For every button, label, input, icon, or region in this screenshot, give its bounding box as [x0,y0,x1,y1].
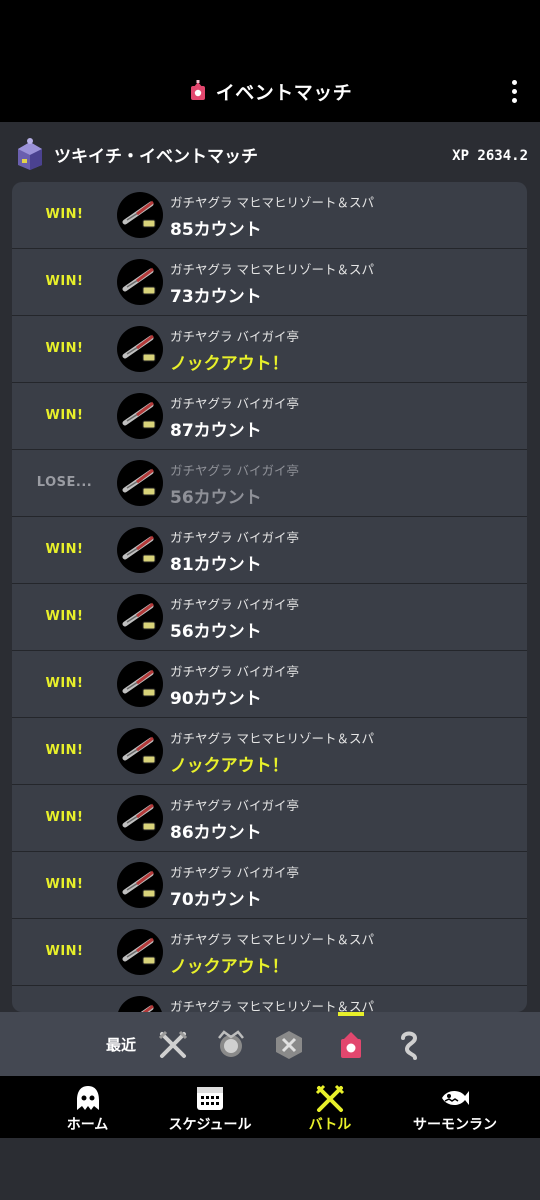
battle-stage: ガチヤグラ マヒマヒリゾート＆スパ [170,195,374,210]
weapon-icon [117,862,163,908]
tab-home[interactable]: ホーム [40,1076,135,1138]
filter-recent-label[interactable]: 最近 [106,1034,136,1055]
x-battle-icon[interactable] [272,1028,306,1062]
weapon-icon [117,326,163,372]
battle-row[interactable]: LOSE... ガチヤグラ バイガイ亭 56カウント [12,450,527,517]
battle-stage: ガチヤグラ マヒマヒリゾート＆スパ [170,932,374,947]
battle-score: 56カウント [170,622,262,642]
private-match-icon[interactable] [392,1028,426,1062]
status-bar [0,0,540,60]
battle-result [12,986,117,1012]
tab-salmon-run[interactable]: サーモンラン [400,1076,510,1138]
battle-score: ノックアウト！ [170,957,289,977]
battle-result: WIN! [45,341,84,356]
battle-row[interactable]: WIN! ガチヤグラ マヒマヒリゾート＆スパ 73カウント [12,249,527,316]
weapon-icon [117,259,163,305]
selected-indicator [338,1012,364,1016]
battle-score: 85カウント [170,220,262,240]
battle-stage: ガチヤグラ バイガイ亭 [170,798,299,813]
empty-area [0,1138,540,1200]
overflow-menu-button[interactable] [504,77,524,107]
weapon-icon [117,460,163,506]
weapon-icon [117,393,163,439]
battle-row[interactable]: WIN! ガチヤグラ バイガイ亭 90カウント [12,651,527,718]
section-header: ツキイチ・イベントマッチ XP 2634.2 [0,122,540,186]
weapon-icon [117,594,163,640]
dot-icon [511,89,517,94]
battle-row[interactable]: WIN! ガチヤグラ バイガイ亭 87カウント [12,383,527,450]
tab-label: バトル [308,1117,352,1133]
battle-stage: ガチヤグラ バイガイ亭 [170,664,299,679]
battle-stage: ガチヤグラ マヒマヒリゾート＆スパ [170,999,374,1012]
battle-stage: ガチヤグラ マヒマヒリゾート＆スパ [170,731,374,746]
battle-stage: ガチヤグラ バイガイ亭 [170,463,299,478]
weapon-icon [117,728,163,774]
battle-result: WIN! [45,408,84,423]
battle-score: 90カウント [170,689,262,709]
battle-stage: ガチヤグラ バイガイ亭 [170,329,299,344]
tab-label: スケジュール [168,1117,252,1133]
battle-score: 86カウント [170,823,262,843]
battle-score: 70カウント [170,890,262,910]
battle-result: WIN! [45,676,84,691]
battle-list[interactable]: WIN! ガチヤグラ マヒマヒリゾート＆スパ 85カウント WIN! ガチヤグラ マヒマ… [12,182,527,1012]
battle-row[interactable]: WIN! ガチヤグラ バイガイ亭ノックアウト！ [12,316,527,383]
squid-home-icon [76,1086,99,1110]
battle-row[interactable]: WIN! ガチヤグラ バイガイ亭 70カウント [12,852,527,919]
battle-stage: ガチヤグラ バイガイ亭 [170,396,299,411]
battle-result: WIN! [45,207,84,222]
battle-score: ノックアウト！ [170,756,289,776]
tab-label: ホーム [66,1117,109,1133]
battle-score: 81カウント [170,555,262,575]
weapon-icon [117,661,163,707]
weapon-icon [117,929,163,975]
regular-battle-icon[interactable] [156,1028,190,1062]
battle-row[interactable]: WIN! ガチヤグラ マヒマヒリゾート＆スパ 85カウント [12,182,527,249]
battle-result: LOSE... [36,475,93,490]
tab-battle[interactable]: バトル [285,1076,375,1138]
battle-result: WIN! [45,542,84,557]
battle-score: 73カウント [170,287,262,307]
battle-row[interactable]: ガチヤグラ マヒマヒリゾート＆スパ [12,986,527,1012]
battle-row[interactable]: WIN! ガチヤグラ バイガイ亭 86カウント [12,785,527,852]
battle-stage: ガチヤグラ バイガイ亭 [170,865,299,880]
calendar-icon [197,1087,223,1110]
battle-icon [315,1084,345,1112]
battle-stage: ガチヤグラ バイガイ亭 [170,597,299,612]
salmon-icon [442,1090,469,1106]
event-match-icon [190,80,205,100]
bottom-tab-bar: ホーム スケジュール バトル サーモンラン [0,1076,540,1138]
weapon-icon [117,527,163,573]
battle-score: 56カウント [170,488,262,508]
battle-stage: ガチヤグラ バイガイ亭 [170,530,299,545]
weapon-icon [117,192,163,238]
page-title: イベントマッチ [215,81,353,104]
weapon-icon [117,996,163,1012]
battle-result: WIN! [45,810,84,825]
mode-filter-bar: 最近 [0,1012,540,1076]
dot-icon [511,98,517,103]
battle-row[interactable]: WIN! ガチヤグラ バイガイ亭 56カウント [12,584,527,651]
battle-row[interactable]: WIN! ガチヤグラ バイガイ亭 81カウント [12,517,527,584]
battle-result: WIN! [45,743,84,758]
event-match-filter-icon[interactable] [334,1028,368,1062]
battle-stage: ガチヤグラ マヒマヒリゾート＆スパ [170,262,374,277]
tab-schedule[interactable]: スケジュール [155,1076,265,1138]
battle-row[interactable]: WIN! ガチヤグラ マヒマヒリゾート＆スパノックアウト！ [12,718,527,785]
section-title: ツキイチ・イベントマッチ [54,146,258,167]
x-power-value: XP 2634.2 [452,148,528,164]
battle-row[interactable]: WIN! ガチヤグラ マヒマヒリゾート＆スパノックアウト！ [12,919,527,986]
bankara-battle-icon[interactable] [214,1028,248,1062]
battle-result: WIN! [45,274,84,289]
battle-score: 87カウント [170,421,262,441]
dot-icon [511,80,517,85]
battle-score: ノックアウト！ [170,354,289,374]
battle-result: WIN! [45,944,84,959]
weapon-icon [117,795,163,841]
app-bar: イベントマッチ [0,60,540,122]
battle-result: WIN! [45,609,84,624]
battle-result: WIN! [45,877,84,892]
tab-label: サーモンラン [413,1117,497,1133]
event-emblem-icon [18,138,42,170]
